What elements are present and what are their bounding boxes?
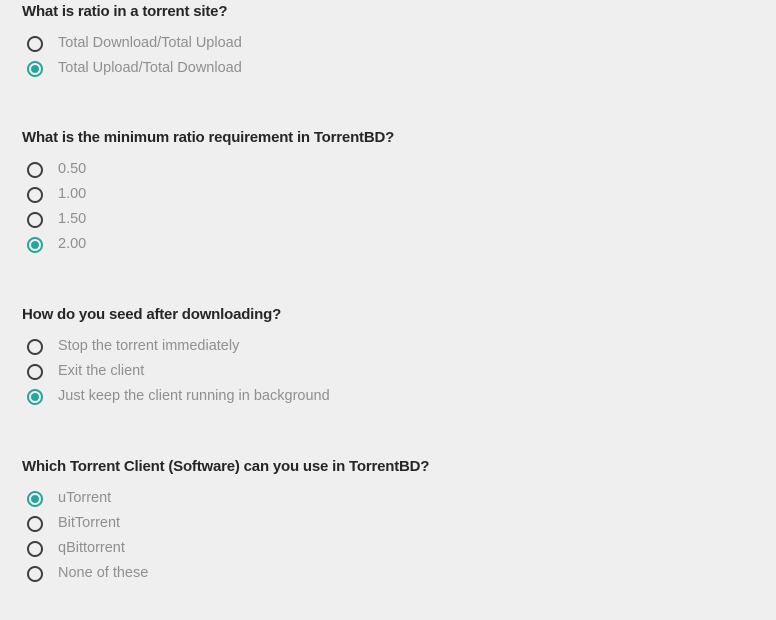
radio-dot bbox=[31, 240, 39, 249]
option-0-50[interactable]: 0.50 bbox=[22, 157, 762, 182]
option-label: Stop the torrent immediately bbox=[58, 338, 240, 354]
quiz-form: What is ratio in a torrent site? Total D… bbox=[0, 0, 776, 620]
radio-button[interactable] bbox=[27, 211, 43, 228]
radio-dot bbox=[31, 64, 39, 73]
option-none-of-these[interactable]: None of these bbox=[22, 561, 762, 586]
radio-button[interactable] bbox=[27, 236, 43, 253]
option-utorrent[interactable]: uTorrent bbox=[22, 486, 762, 511]
option-stop-torrent[interactable]: Stop the torrent immediately bbox=[22, 334, 762, 359]
radio-button[interactable] bbox=[27, 161, 43, 178]
option-exit-client[interactable]: Exit the client bbox=[22, 359, 762, 384]
option-list: 0.50 1.00 1.50 2.00 bbox=[22, 157, 762, 257]
option-label: uTorrent bbox=[58, 490, 112, 506]
question-title: What is the minimum ratio requirement in… bbox=[22, 129, 395, 146]
radio-button[interactable] bbox=[27, 338, 43, 355]
radio-dot bbox=[31, 392, 39, 401]
radio-button[interactable] bbox=[27, 490, 43, 507]
option-label: Exit the client bbox=[58, 363, 145, 379]
radio-button[interactable] bbox=[27, 388, 43, 405]
question-title: What is ratio in a torrent site? bbox=[22, 3, 228, 20]
option-label: Total Upload/Total Download bbox=[58, 60, 242, 76]
option-label: Total Download/Total Upload bbox=[58, 35, 242, 51]
option-qbittorrent[interactable]: qBittorrent bbox=[22, 536, 762, 561]
radio-button[interactable] bbox=[27, 565, 43, 582]
option-1-50[interactable]: 1.50 bbox=[22, 207, 762, 232]
option-label: Just keep the client running in backgrou… bbox=[58, 388, 330, 404]
radio-button[interactable] bbox=[27, 515, 43, 532]
radio-button[interactable] bbox=[27, 540, 43, 557]
option-total-upload-total-download[interactable]: Total Upload/Total Download bbox=[22, 56, 762, 81]
radio-button[interactable] bbox=[27, 186, 43, 203]
radio-button[interactable] bbox=[27, 35, 43, 52]
question-title: How do you seed after downloading? bbox=[22, 306, 282, 323]
option-2-00[interactable]: 2.00 bbox=[22, 232, 762, 257]
option-label: BitTorrent bbox=[58, 515, 121, 531]
option-bittorrent[interactable]: BitTorrent bbox=[22, 511, 762, 536]
option-1-00[interactable]: 1.00 bbox=[22, 182, 762, 207]
radio-button[interactable] bbox=[27, 363, 43, 380]
option-list: Stop the torrent immediately Exit the cl… bbox=[22, 334, 762, 409]
option-label: 1.50 bbox=[58, 211, 87, 227]
option-total-download-total-upload[interactable]: Total Download/Total Upload bbox=[22, 31, 762, 56]
question-3: How do you seed after downloading? Stop … bbox=[22, 303, 762, 409]
option-label: 2.00 bbox=[58, 236, 87, 252]
question-1: What is ratio in a torrent site? Total D… bbox=[22, 0, 762, 81]
option-list: uTorrent BitTorrent qBittorrent None of … bbox=[22, 486, 762, 586]
radio-dot bbox=[31, 494, 39, 503]
radio-button[interactable] bbox=[27, 60, 43, 77]
option-list: Total Download/Total Upload Total Upload… bbox=[22, 31, 762, 81]
option-label: 0.50 bbox=[58, 161, 87, 177]
option-label: 1.00 bbox=[58, 186, 87, 202]
question-2: What is the minimum ratio requirement in… bbox=[22, 126, 762, 257]
option-label: qBittorrent bbox=[58, 540, 125, 556]
question-4: Which Torrent Client (Software) can you … bbox=[22, 455, 762, 586]
option-label: None of these bbox=[58, 565, 149, 581]
question-title: Which Torrent Client (Software) can you … bbox=[22, 458, 430, 475]
option-keep-client-running[interactable]: Just keep the client running in backgrou… bbox=[22, 384, 762, 409]
